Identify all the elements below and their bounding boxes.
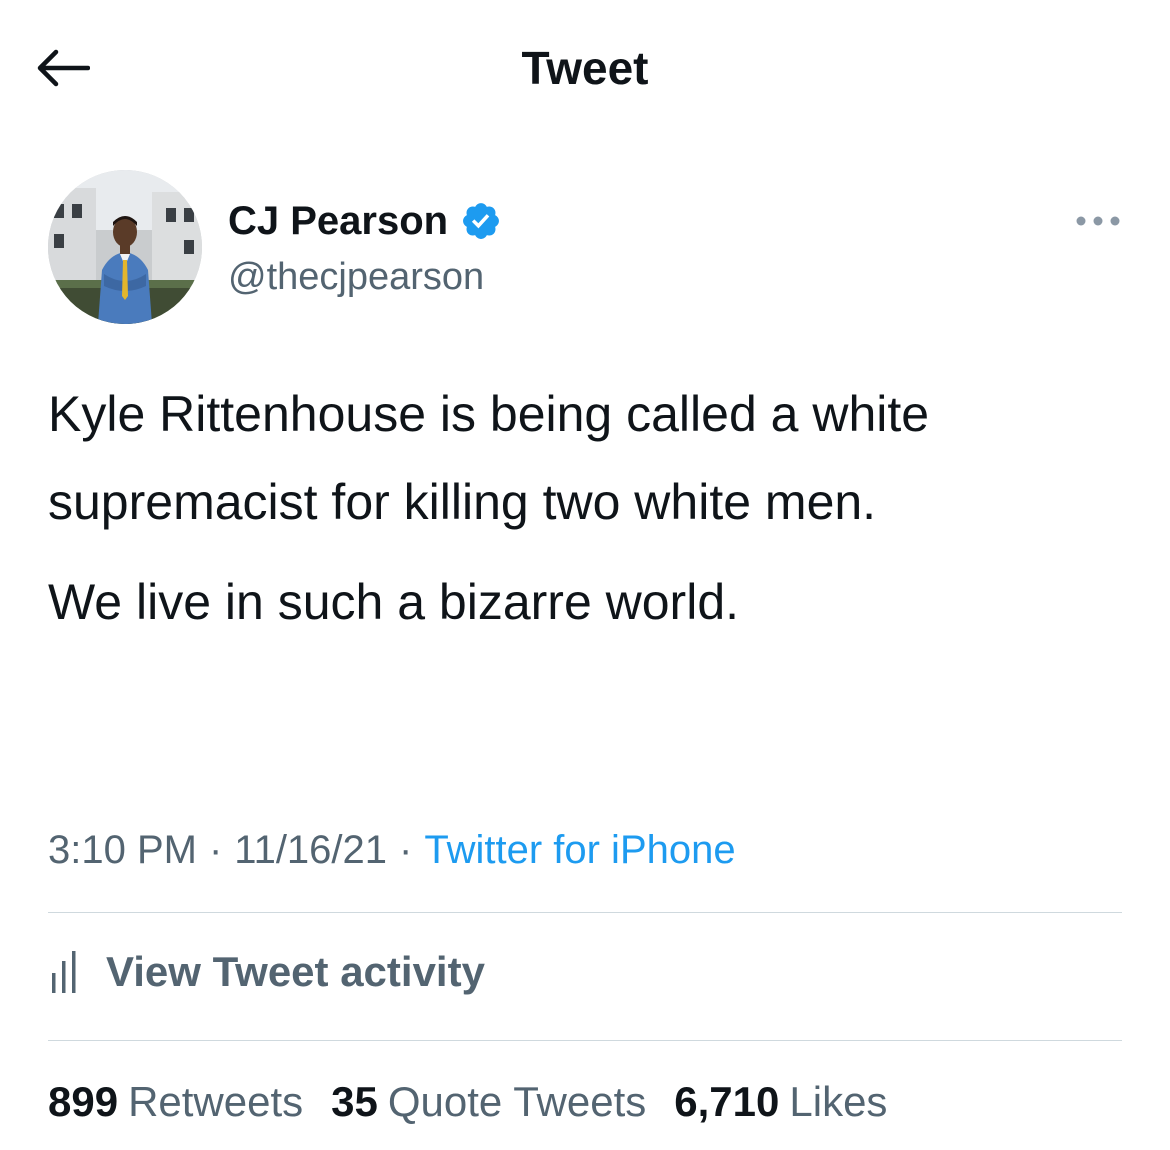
more-options-icon xyxy=(1076,216,1120,226)
tweet-stats: 899 Retweets 35 Quote Tweets 6,710 Likes xyxy=(48,1074,915,1130)
retweets-label: Retweets xyxy=(128,1078,304,1125)
tweet-date[interactable]: 11/16/21 xyxy=(234,828,387,872)
display-name: CJ Pearson xyxy=(228,199,449,243)
verified-badge-icon xyxy=(463,203,500,239)
retweets-count: 899 xyxy=(48,1078,119,1125)
divider xyxy=(48,1040,1122,1041)
more-options-button[interactable] xyxy=(1068,196,1128,246)
separator: · xyxy=(208,828,223,872)
tweet-source-link[interactable]: Twitter for iPhone xyxy=(424,828,735,872)
divider xyxy=(48,912,1122,913)
tweet-paragraph: Kyle Rittenhouse is being called a white… xyxy=(48,386,930,530)
tweet-text: Kyle Rittenhouse is being called a white… xyxy=(48,370,1138,646)
tweet-paragraph: We live in such a bizarre world. xyxy=(48,574,740,630)
tweet-author: CJ Pearson @thecjpearson xyxy=(48,168,1128,328)
quote-tweets-label: Quote Tweets xyxy=(387,1078,647,1125)
view-tweet-activity-button[interactable]: View Tweet activity xyxy=(48,940,485,1004)
view-tweet-activity-label: View Tweet activity xyxy=(106,948,485,995)
tweet-time[interactable]: 3:10 PM xyxy=(48,828,197,872)
likes-count: 6,710 xyxy=(674,1078,780,1125)
top-bar: Tweet xyxy=(0,0,1170,140)
tweet-metadata: 3:10 PM · 11/16/21 · Twitter for iPhone xyxy=(48,822,736,878)
quote-tweets-stat[interactable]: 35 Quote Tweets xyxy=(331,1074,646,1130)
author-handle[interactable]: @thecjpearson xyxy=(228,252,484,302)
likes-label: Likes xyxy=(789,1078,888,1125)
separator: · xyxy=(399,828,413,872)
likes-stat[interactable]: 6,710 Likes xyxy=(674,1074,887,1130)
bar-chart-icon xyxy=(52,951,76,993)
author-name[interactable]: CJ Pearson xyxy=(228,194,502,248)
avatar[interactable] xyxy=(48,170,202,324)
quote-tweets-count: 35 xyxy=(331,1078,378,1125)
page-title: Tweet xyxy=(521,42,649,94)
retweets-stat[interactable]: 899 Retweets xyxy=(48,1074,303,1130)
